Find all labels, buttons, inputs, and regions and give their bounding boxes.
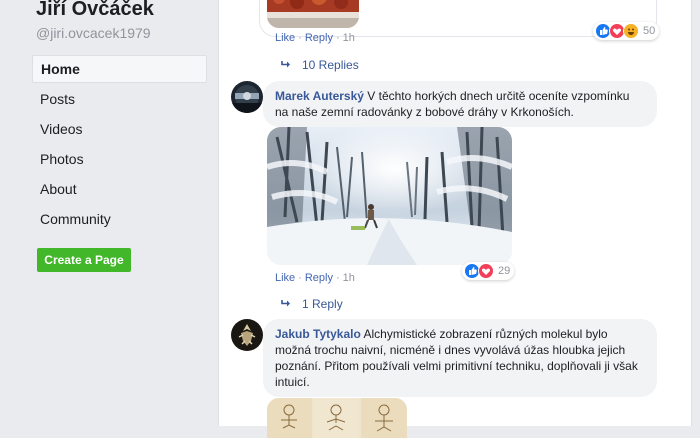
avatar[interactable] bbox=[231, 81, 263, 113]
haha-reaction-icon bbox=[623, 23, 639, 39]
reply-arrow-icon bbox=[281, 58, 291, 72]
view-replies-link[interactable]: 10 Replies bbox=[281, 58, 359, 72]
comment-bubble: Marek Auterský V těchto horkých dnech ur… bbox=[263, 81, 657, 127]
comment-time[interactable]: 1h bbox=[343, 272, 355, 284]
comment-time[interactable]: 1h bbox=[343, 32, 355, 44]
sidebar-item-about[interactable]: About bbox=[32, 175, 207, 203]
sidebar-item-photos[interactable]: Photos bbox=[32, 145, 207, 173]
reaction-count: 29 bbox=[498, 265, 511, 277]
like-link[interactable]: Like bbox=[275, 272, 295, 284]
comments-feed: 50 Like · Reply · 1h 10 Replies Marek Auters… bbox=[218, 0, 692, 438]
reply-link[interactable]: Reply bbox=[305, 32, 333, 44]
like-link[interactable]: Like bbox=[275, 32, 295, 44]
action-separator: · bbox=[335, 32, 340, 44]
reaction-summary[interactable]: 29 bbox=[462, 262, 515, 280]
alchemy-molecules-image bbox=[267, 398, 407, 438]
avatar-image bbox=[231, 319, 263, 351]
sidebar-nav: Home Posts Videos Photos About Community bbox=[32, 55, 207, 235]
action-separator: · bbox=[335, 272, 340, 284]
avatar[interactable] bbox=[231, 319, 263, 351]
left-sidebar: Jiří Ovčáček @jiri.ovcacek1979 Home Post… bbox=[0, 0, 217, 426]
avatar-image bbox=[231, 81, 263, 113]
sidebar-item-videos[interactable]: Videos bbox=[32, 115, 207, 143]
reply-arrow-icon bbox=[281, 297, 291, 311]
comment-photo-winter-sledding[interactable] bbox=[267, 127, 512, 265]
sidebar-item-home[interactable]: Home bbox=[32, 55, 207, 83]
comment-author[interactable]: Marek Auterský bbox=[275, 89, 364, 103]
comment-photo-alchemy-molecules[interactable] bbox=[267, 398, 407, 438]
sidebar-item-posts[interactable]: Posts bbox=[32, 85, 207, 113]
sidebar-item-community[interactable]: Community bbox=[32, 205, 207, 233]
comment-bubble: Jakub Tytykalo Alchymistické zobrazení r… bbox=[263, 319, 657, 397]
view-replies-link[interactable]: 1 Reply bbox=[281, 297, 343, 311]
create-page-button[interactable]: Create a Page bbox=[37, 248, 131, 272]
love-reaction-icon bbox=[478, 263, 494, 279]
reaction-summary[interactable]: 50 bbox=[593, 22, 660, 40]
winter-forest-photo bbox=[267, 127, 512, 265]
comment-actions: Like · Reply · 1h bbox=[275, 272, 355, 284]
food-photo[interactable] bbox=[267, 0, 359, 28]
comment-actions: Like · Reply · 1h bbox=[275, 32, 355, 44]
replies-count-label: 10 Replies bbox=[302, 58, 359, 72]
comment-author[interactable]: Jakub Tytykalo bbox=[275, 327, 361, 341]
action-separator: · bbox=[298, 272, 302, 284]
page-name[interactable]: Jiří Ovčáček bbox=[36, 0, 154, 21]
food-photo-image bbox=[267, 0, 359, 28]
reaction-count: 50 bbox=[643, 25, 656, 37]
reply-link[interactable]: Reply bbox=[305, 272, 333, 284]
replies-count-label: 1 Reply bbox=[302, 297, 343, 311]
page-handle[interactable]: @jiri.ovcacek1979 bbox=[36, 25, 151, 41]
action-separator: · bbox=[298, 32, 302, 44]
